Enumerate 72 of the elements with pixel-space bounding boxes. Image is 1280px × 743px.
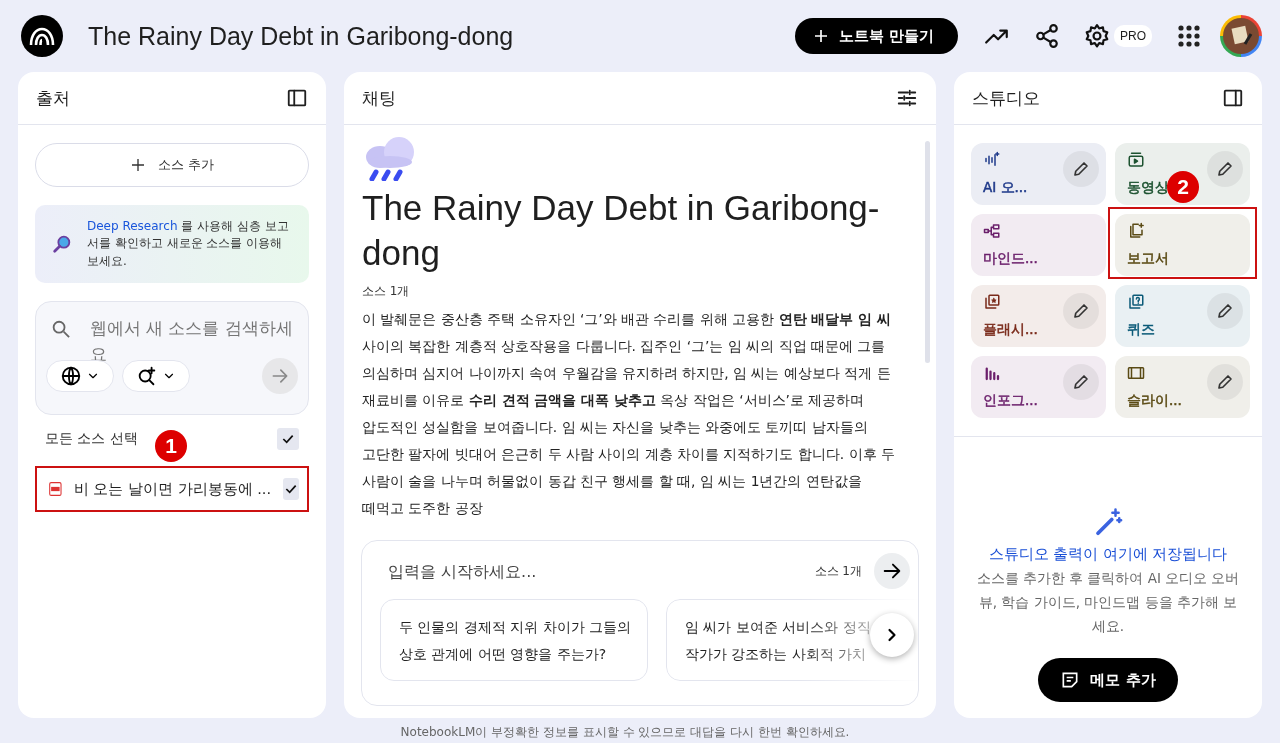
add-note-button[interactable]: 메모 추가 xyxy=(1038,658,1178,702)
pdf-icon xyxy=(49,479,62,499)
edit-button[interactable] xyxy=(1207,151,1243,187)
source-title[interactable]: 비 오는 날이면 가리봉동에 ... xyxy=(73,479,271,499)
empty-state-title: 스튜디오 출력이 여기에 저장됩니다 xyxy=(988,545,1228,564)
studio-tile[interactable]: 마인드... xyxy=(971,214,1106,276)
avatar[interactable] xyxy=(1220,15,1262,57)
quiz-icon xyxy=(1127,293,1145,311)
deep-research-link[interactable]: Deep Research xyxy=(87,218,178,233)
research-mode-dropdown[interactable] xyxy=(122,360,190,392)
panel-toggle-icon xyxy=(286,87,308,109)
deep-research-text: Deep Research 를 사용해 심층 보고서를 확인하고 새로운 소스를 이용해 보세요. xyxy=(87,217,290,270)
disclaimer-text: NotebookLM이 부정확한 정보를 표시할 수 있으므로 대답을 다시 한번 확인하세요. xyxy=(399,724,851,741)
pencil-icon xyxy=(1216,373,1234,391)
pencil-icon xyxy=(1072,373,1090,391)
magic-wand-icon xyxy=(1093,507,1123,537)
step-badge: 1 xyxy=(155,430,187,462)
plus-icon xyxy=(812,28,829,44)
studio-tile[interactable]: AI 오... xyxy=(971,143,1106,205)
studio-tile[interactable]: 보고서 xyxy=(1115,214,1250,276)
arrow-right-icon xyxy=(270,366,290,386)
video-icon xyxy=(1127,151,1145,169)
notebook-title[interactable]: The Rainy Day Debt in Garibong-dong xyxy=(88,21,795,51)
studio-tile[interactable]: 퀴즈 xyxy=(1115,285,1250,347)
deep-research-banner[interactable]: Deep Research 를 사용해 심층 보고서를 확인하고 새로운 소스를 이용해 보세요. xyxy=(35,205,309,283)
app-logo[interactable] xyxy=(21,15,63,57)
globe-icon xyxy=(60,365,82,387)
search-icon xyxy=(50,318,72,340)
checkbox[interactable] xyxy=(277,428,299,450)
edit-button[interactable] xyxy=(1063,364,1099,400)
panel-toggle-icon xyxy=(1222,87,1244,109)
settings-icon xyxy=(1084,23,1110,49)
edit-button[interactable] xyxy=(1063,293,1099,329)
note-icon xyxy=(1060,670,1081,690)
empty-state-text: 소스를 추가한 후 클릭하여 AI 오디오 오버뷰, 학습 가이드, 마인드맵 등을 추가해 보세요. xyxy=(975,569,1241,636)
panel-title: 채팅 xyxy=(362,86,396,110)
source-count: 소스 1개 xyxy=(362,283,411,300)
magnifier-icon xyxy=(51,233,73,255)
pencil-icon xyxy=(1216,302,1234,320)
create-notebook-button[interactable]: 노트북 만들기 xyxy=(794,18,958,54)
panel-title: 출처 xyxy=(36,86,70,110)
studio-tile[interactable]: 인포그... xyxy=(971,356,1106,418)
waveform-icon xyxy=(983,151,1001,169)
studio-tile[interactable]: 슬라이... xyxy=(1115,356,1250,418)
mindmap-icon xyxy=(983,222,1001,240)
suggestion-chip[interactable]: 두 인물의 경제적 지위 차이가 그들의 상호 관계에 어떤 영향을 주는가? xyxy=(380,599,648,681)
notebook-heading: The Rainy Day Debt in Garibong-dong xyxy=(362,187,881,274)
apps-grid-icon xyxy=(1178,25,1200,47)
select-all-label: 모든 소스 선택 xyxy=(45,430,138,448)
panel-title: 스튜디오 xyxy=(972,86,1040,110)
edit-button[interactable] xyxy=(1063,151,1099,187)
edit-button[interactable] xyxy=(1207,293,1243,329)
source-count: 소스 1개 xyxy=(814,562,862,580)
send-button[interactable] xyxy=(874,553,910,589)
studio-tile[interactable]: 플래시... xyxy=(971,285,1106,347)
source-type-dropdown[interactable] xyxy=(46,360,114,392)
plus-icon xyxy=(129,157,146,173)
add-source-button[interactable]: 소스 추가 xyxy=(35,143,309,187)
flashcards-icon xyxy=(983,293,1001,311)
sparkle-search-icon xyxy=(136,365,158,387)
checkbox[interactable] xyxy=(283,478,299,500)
pencil-icon xyxy=(1072,302,1090,320)
summary-paragraph: 이 발췌문은 중산층 주택 소유자인 ‘그’와 배관 수리를 위해 고용한 연탄 배달부 임 씨 사이의 복잡한 계층적 상호작용을 다룹니다. 집주인 ‘그’는 임 씨의 직업 때문에 그를 의심하며 심지어 나이까지 속여 우월감을 유지하려 하지만, 임 씨는 예상보다 적게 든 재료비를 이유로 수리 견적 금액을 대폭 낮추고 옥상 작업은 ‘서비스’로 제공하며 압도적인 성실함을 보여줍니다. 임 씨는 자신을 낮추는 와중에도 토끼띠 남자들의 고단한 팔자에 빗대어 은근히 두 사람 사이의 계층 차이를 지적하기도 합니다. 이후 두 사람이 술을 나누며 허물없이 동갑 친구 행세를 할 때, 임 씨는 1년간의 연탄값을 떼먹고 도주한 공장 xyxy=(362,310,896,518)
edit-button[interactable] xyxy=(1207,364,1243,400)
pencil-icon xyxy=(1216,160,1234,178)
share-icon xyxy=(1034,23,1060,49)
pro-badge: PRO xyxy=(1114,25,1152,47)
bar-chart-icon xyxy=(983,364,1001,382)
pencil-icon xyxy=(1072,160,1090,178)
report-icon xyxy=(1127,222,1145,240)
slides-icon xyxy=(1127,364,1145,382)
tune-icon xyxy=(896,87,918,109)
